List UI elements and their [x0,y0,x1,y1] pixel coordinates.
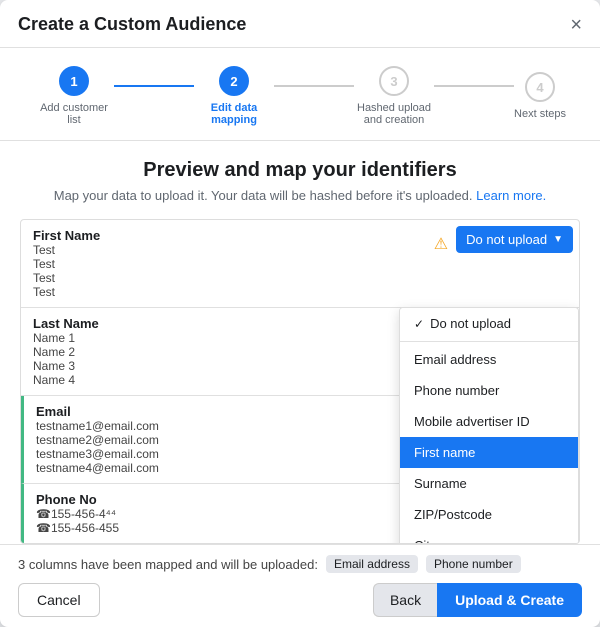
dropdown-divider-1 [400,341,578,342]
step-3-label: Hashed upload and creation [354,102,434,126]
connector-2-3 [274,85,354,87]
mapped-info: 3 columns have been mapped and will be u… [18,555,582,573]
step-3-circle: 3 [379,66,409,96]
modal-footer: 3 columns have been mapped and will be u… [0,544,600,627]
footer-buttons: Cancel Back Upload & Create [18,583,582,617]
warning-icon-first-name: ⚠ [434,226,456,262]
dropdown-item-do-not-upload[interactable]: Do not upload [400,308,578,339]
dropdown-menu: Do not upload Email address Phone number… [399,307,579,544]
section-subtitle: Map your data to upload it. Your data wi… [20,188,580,203]
first-name-dropdown-container: Do not upload ▼ Do not upload Email addr… [456,220,579,307]
first-name-val-2: Test [33,257,422,271]
dropdown-item-mobile-id[interactable]: Mobile advertiser ID [400,406,578,437]
first-name-val-3: Test [33,271,422,285]
close-button[interactable]: × [570,15,582,35]
dropdown-item-email[interactable]: Email address [400,344,578,375]
connector-3-4 [434,85,514,87]
action-buttons: Back Upload & Create [373,583,582,617]
chevron-down-icon: ▼ [553,234,563,245]
create-custom-audience-modal: Create a Custom Audience × 1 Add custome… [0,0,600,627]
learn-more-link[interactable]: Learn more. [476,188,546,203]
section-title: Preview and map your identifiers [20,159,580,182]
mapped-tag-phone: Phone number [426,555,521,573]
dropdown-item-city[interactable]: City [400,530,578,544]
dropdown-item-phone[interactable]: Phone number [400,375,578,406]
table-row-first-name: First Name Test Test Test Test ⚠ Do not … [21,220,579,308]
dropdown-label: Do not upload [466,232,547,247]
step-4-circle: 4 [525,72,555,102]
step-2-circle: 2 [219,66,249,96]
step-1-label: Add customer list [34,102,114,126]
step-4: 4 Next steps [514,72,566,120]
modal-header: Create a Custom Audience × [0,0,600,48]
cancel-button[interactable]: Cancel [18,583,100,617]
first-name-val-1: Test [33,243,422,257]
step-2-label: Edit data mapping [194,102,274,126]
first-name-header: First Name [33,228,422,243]
data-table: First Name Test Test Test Test ⚠ Do not … [20,219,580,544]
dropdown-item-zip[interactable]: ZIP/Postcode [400,499,578,530]
modal-title: Create a Custom Audience [18,14,246,35]
dropdown-item-surname[interactable]: Surname [400,468,578,499]
step-1: 1 Add customer list [34,66,114,126]
steps-container: 1 Add customer list 2 Edit data mapping … [0,48,600,141]
step-1-circle: 1 [59,66,89,96]
dropdown-item-first-name[interactable]: First name [400,437,578,468]
mapped-tag-email: Email address [326,555,418,573]
step-4-label: Next steps [514,108,566,120]
first-name-val-4: Test [33,285,422,299]
do-not-upload-dropdown[interactable]: Do not upload ▼ [456,226,573,253]
upload-create-button[interactable]: Upload & Create [437,583,582,617]
modal-content: Preview and map your identifiers Map you… [0,141,600,544]
back-button[interactable]: Back [373,583,437,617]
connector-1-2 [114,85,194,87]
step-3: 3 Hashed upload and creation [354,66,434,126]
step-2: 2 Edit data mapping [194,66,274,126]
cell-first-name: First Name Test Test Test Test [21,220,434,307]
mapped-text: 3 columns have been mapped and will be u… [18,557,318,572]
